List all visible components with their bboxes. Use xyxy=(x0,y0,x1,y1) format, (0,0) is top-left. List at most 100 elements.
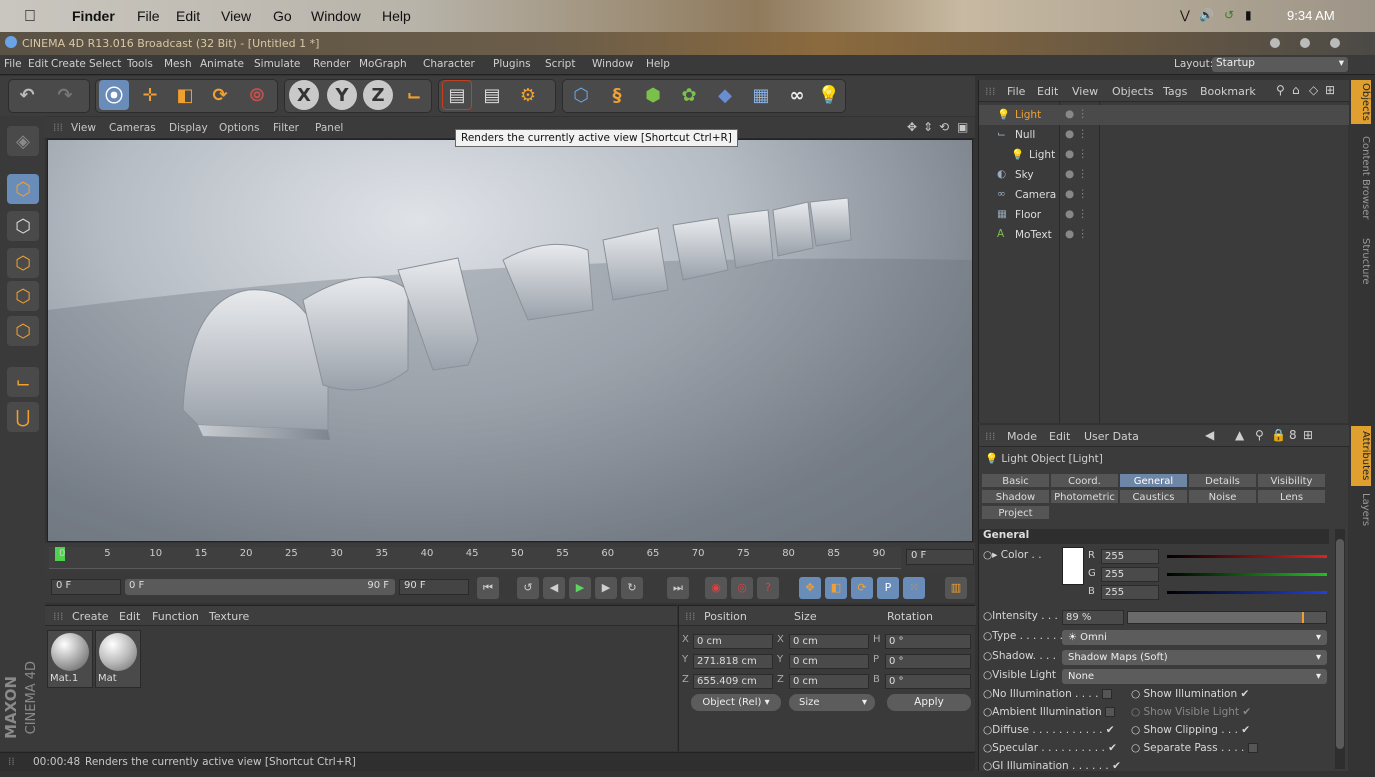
nurbs-icon[interactable]: ⬢ xyxy=(638,80,668,110)
no-illumination-checkbox[interactable] xyxy=(1101,689,1112,699)
prev-key-icon[interactable]: ↺ xyxy=(517,577,539,599)
home-icon[interactable]: ⌂ xyxy=(1292,83,1300,97)
key-scale-icon[interactable]: ◧ xyxy=(825,577,847,599)
snap-icon[interactable]: ⋃ xyxy=(7,402,39,432)
rotate-icon[interactable]: ⟳ xyxy=(205,80,235,110)
search-icon[interactable]: ⚲ xyxy=(1255,428,1264,442)
render-settings-icon[interactable]: ⚙ xyxy=(513,80,543,110)
menu-mograph[interactable]: MoGraph xyxy=(359,58,407,70)
zoom-icon[interactable]: ⇕ xyxy=(923,120,933,134)
intensity-field[interactable]: 89 % xyxy=(1062,610,1124,625)
new-panel-icon[interactable]: ⊞ xyxy=(1325,83,1335,97)
mat-menu-edit[interactable]: Edit xyxy=(119,610,140,623)
apply-button[interactable]: Apply xyxy=(887,694,971,711)
rotation-field[interactable]: 0 ° xyxy=(885,674,971,689)
attr-menu-mode[interactable]: Mode xyxy=(1007,430,1037,443)
key-position-icon[interactable]: ✥ xyxy=(799,577,821,599)
size-field[interactable]: 0 cm xyxy=(789,654,869,669)
axis-mode-icon[interactable]: ⌙ xyxy=(7,367,39,397)
obj-menu-file[interactable]: File xyxy=(1007,85,1025,98)
spline-icon[interactable]: § xyxy=(602,80,632,110)
coord-mode-select[interactable]: Object (Rel) ▾ xyxy=(691,694,781,711)
record-icon[interactable]: ◉ xyxy=(705,577,727,599)
keyframe-selection-icon[interactable]: ? xyxy=(757,577,779,599)
next-frame-icon[interactable]: ▶ xyxy=(595,577,617,599)
key-pla-icon[interactable]: ⁙ xyxy=(903,577,925,599)
live-select-icon[interactable]: ⦿ xyxy=(99,80,129,110)
prev-frame-icon[interactable]: ◀ xyxy=(543,577,565,599)
mac-menu-edit[interactable]: Edit xyxy=(176,8,200,24)
pan-icon[interactable]: ✥ xyxy=(907,120,917,134)
link-icon[interactable]: 8 xyxy=(1289,428,1297,442)
polygons-mode-icon[interactable]: ⬡ xyxy=(7,316,39,346)
play-icon[interactable]: ▶ xyxy=(569,577,591,599)
make-editable-icon[interactable]: ◈ xyxy=(7,126,39,156)
up-arrow-icon[interactable]: ▲ xyxy=(1235,428,1244,442)
vp-menu-view[interactable]: View xyxy=(71,122,96,134)
material-swatch[interactable]: Mat.1 xyxy=(47,630,93,688)
tab-coord[interactable]: Coord. xyxy=(1050,473,1119,488)
obj-menu-tags[interactable]: Tags xyxy=(1163,85,1187,98)
diffuse-checkbox[interactable]: ✔ xyxy=(1106,724,1115,736)
tab-caustics[interactable]: Caustics xyxy=(1119,489,1188,504)
undo-icon[interactable]: ↶ xyxy=(12,80,42,110)
tab-structure[interactable]: Structure xyxy=(1351,231,1371,291)
menu-script[interactable]: Script xyxy=(545,58,575,70)
b-slider[interactable] xyxy=(1167,591,1327,594)
object-row[interactable]: A MoText ● ⋮ xyxy=(979,225,1349,245)
vp-menu-options[interactable]: Options xyxy=(219,122,260,134)
wifi-icon[interactable]: ⋁ xyxy=(1180,8,1190,22)
object-name[interactable]: Floor xyxy=(1015,209,1041,221)
tab-project[interactable]: Project xyxy=(981,505,1050,520)
object-row[interactable]: ◐ Sky ● ⋮ xyxy=(979,165,1349,185)
layout-select[interactable]: Startup ▾ xyxy=(1212,57,1348,72)
up-icon[interactable]: ◇ xyxy=(1309,83,1318,97)
object-name[interactable]: Sky xyxy=(1015,169,1034,181)
sync-icon[interactable]: ↺ xyxy=(1224,8,1234,22)
last-tool-icon[interactable]: ⦾ xyxy=(242,80,272,110)
render-view-icon[interactable]: ▤ xyxy=(442,80,472,110)
timeline-window-icon[interactable]: ▥ xyxy=(945,577,967,599)
menu-mesh[interactable]: Mesh xyxy=(164,58,192,70)
material-swatch[interactable]: Mat xyxy=(95,630,141,688)
vp-menu-display[interactable]: Display xyxy=(169,122,208,134)
camera-icon[interactable]: ∞ xyxy=(782,80,812,110)
key-parameter-icon[interactable]: P xyxy=(877,577,899,599)
tab-layers[interactable]: Layers xyxy=(1351,490,1371,530)
obj-menu-objects[interactable]: Objects xyxy=(1112,85,1154,98)
mac-menu-view[interactable]: View xyxy=(221,8,251,24)
tab-attributes[interactable]: Attributes xyxy=(1351,426,1371,486)
menu-create[interactable]: Create xyxy=(51,58,86,70)
toggle-view-icon[interactable]: ▣ xyxy=(957,120,968,134)
object-row[interactable]: 💡 Light ● ⋮ xyxy=(979,145,1349,165)
rotate-view-icon[interactable]: ⟲ xyxy=(939,120,949,134)
tab-basic[interactable]: Basic xyxy=(981,473,1050,488)
tab-general[interactable]: General xyxy=(1119,473,1188,488)
3d-viewport[interactable] xyxy=(47,139,973,542)
menu-simulate[interactable]: Simulate xyxy=(254,58,300,70)
visibility-dots[interactable]: ● ⋮ xyxy=(1065,148,1088,160)
vp-menu-panel[interactable]: Panel xyxy=(315,122,343,134)
model-mode-icon[interactable]: ⬡ xyxy=(7,174,39,204)
redo-icon[interactable]: ↷ xyxy=(50,80,80,110)
lock-icon[interactable]: 🔒 xyxy=(1271,428,1286,442)
start-frame-field[interactable]: 0 F xyxy=(51,579,121,595)
battery-icon[interactable]: ▮ xyxy=(1245,8,1252,22)
object-name[interactable]: Null xyxy=(1015,129,1035,141)
visibility-dots[interactable]: ● ⋮ xyxy=(1065,108,1088,120)
object-row[interactable]: ▦ Floor ● ⋮ xyxy=(979,205,1349,225)
position-field[interactable]: 271.818 cm xyxy=(693,654,773,669)
current-frame-field[interactable]: 0 F xyxy=(906,549,974,565)
z-axis-icon[interactable]: Z xyxy=(363,80,393,110)
b-field[interactable]: 255 xyxy=(1101,585,1159,600)
r-slider[interactable] xyxy=(1167,555,1327,558)
attr-scrollbar-thumb[interactable] xyxy=(1336,539,1344,749)
mat-menu-create[interactable]: Create xyxy=(72,610,109,623)
object-row[interactable]: ∞ Camera ● ⋮ xyxy=(979,185,1349,205)
color-swatch[interactable] xyxy=(1062,547,1084,585)
texture-mode-icon[interactable]: ⬡ xyxy=(7,211,39,241)
menu-render[interactable]: Render xyxy=(313,58,350,70)
tab-content-browser[interactable]: Content Browser xyxy=(1351,130,1371,225)
light-icon[interactable]: 💡 xyxy=(814,80,844,110)
attr-scrollbar[interactable] xyxy=(1335,529,1345,769)
